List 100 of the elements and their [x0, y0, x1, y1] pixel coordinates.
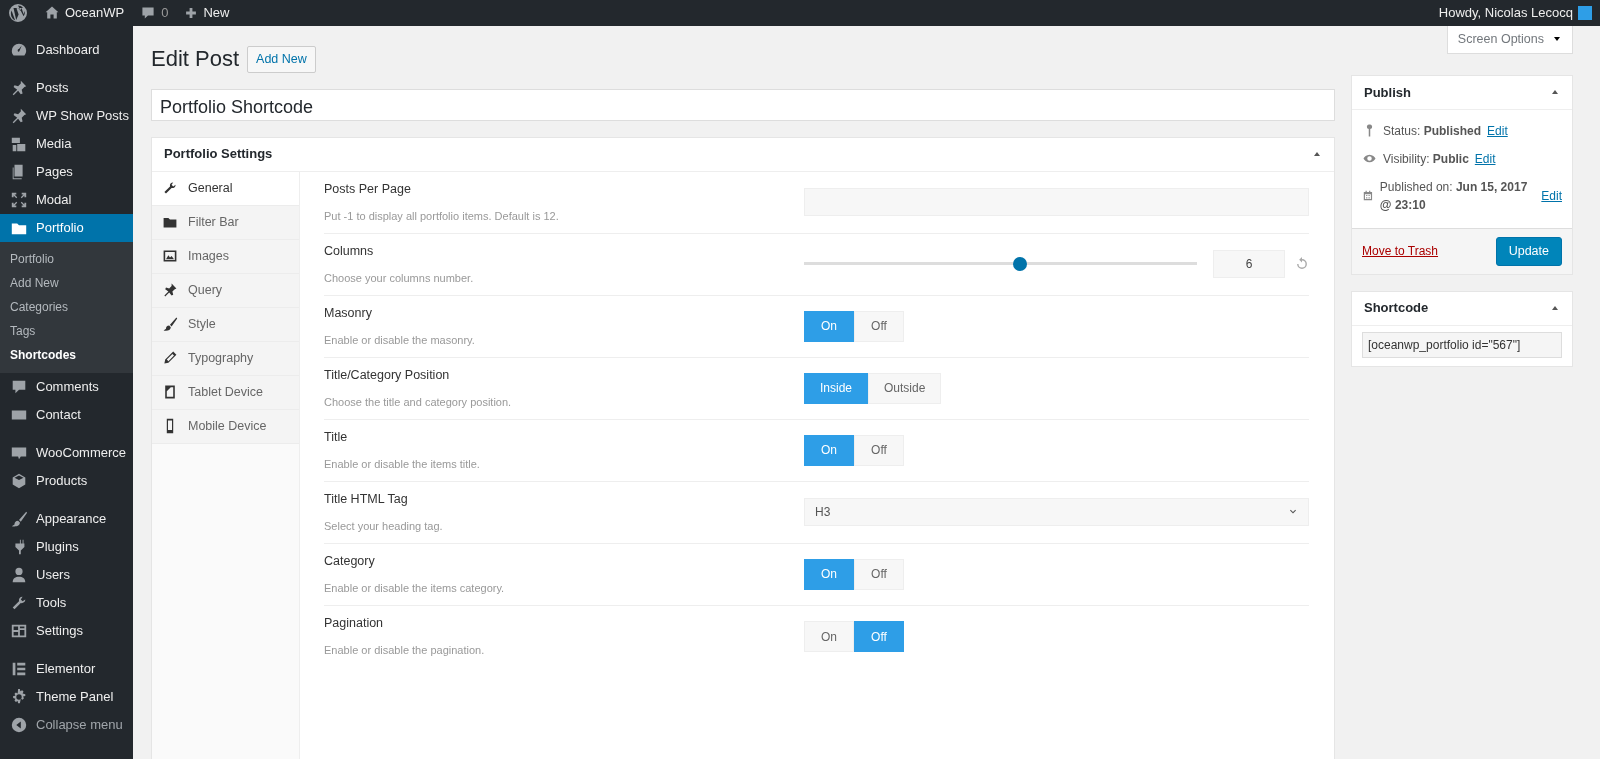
sidebar-item[interactable]: Plugins [0, 533, 133, 561]
comment-icon [10, 378, 28, 396]
sidebar-item[interactable]: Appearance [0, 505, 133, 533]
publish-info: Visibility: Public [1383, 150, 1469, 168]
settings-tab[interactable]: General [152, 171, 299, 206]
slider-thumb[interactable] [1013, 257, 1028, 271]
panel-title: Shortcode [1364, 299, 1429, 318]
submenu-item[interactable]: Categories [0, 295, 133, 319]
box-icon [10, 472, 28, 490]
sidebar-item[interactable]: WP Show Posts [0, 102, 133, 130]
sidebar-item[interactable]: Portfolio [0, 214, 133, 242]
setting-label: Posts Per Page [324, 180, 412, 198]
plus-icon [184, 6, 199, 20]
submenu-item[interactable]: Shortcodes [0, 343, 133, 367]
submenu-item[interactable]: Tags [0, 319, 133, 343]
pencil-icon [162, 350, 178, 366]
person-icon [10, 566, 28, 584]
gear-icon [10, 688, 28, 706]
reset-icon [1295, 257, 1309, 271]
settings-tab[interactable]: Filter Bar [152, 205, 299, 240]
settings-tab[interactable]: Typography [152, 341, 299, 376]
toggle-option[interactable]: Off [854, 434, 904, 466]
toggle-option[interactable]: On [804, 621, 854, 652]
setting-description: Enable or disable the items category. [324, 580, 506, 596]
setting-description: Choose your columns number. [324, 270, 475, 286]
sidebar-item[interactable]: Collapse menu [0, 711, 133, 739]
settings-tab[interactable]: Mobile Device [152, 409, 299, 444]
greeting-link[interactable]: Howdy, Nicolas Lecocq [1438, 3, 1573, 23]
settings-tab[interactable]: Tablet Device [152, 375, 299, 410]
sliders-icon [10, 622, 28, 640]
setting-description: Enable or disable the masonry. [324, 332, 476, 348]
publish-info: Status: Published [1383, 122, 1482, 140]
setting-description: Enable or disable the items title. [324, 456, 481, 472]
edit-link[interactable]: Edit [1487, 121, 1508, 140]
comment-icon [140, 5, 157, 21]
image-icon [162, 248, 178, 264]
setting-label: Title [324, 428, 349, 446]
pin-icon [162, 282, 178, 298]
brush-icon [10, 510, 28, 528]
setting-label: Title HTML Tag [324, 490, 409, 508]
brush-icon [162, 316, 178, 332]
new-link[interactable]: New [203, 3, 230, 23]
setting-description: Select your heading tag. [324, 518, 444, 534]
setting-label: Masonry [324, 304, 373, 322]
pin-icon [10, 79, 28, 97]
wrench-icon [10, 594, 28, 612]
setting-description: Choose the title and category position. [324, 394, 513, 410]
site-name-link[interactable]: OceanWP [65, 3, 125, 23]
arrows-icon [10, 191, 28, 209]
setting-description: Enable or disable the pagination. [324, 643, 486, 659]
sidebar-item[interactable]: Theme Panel [0, 683, 133, 711]
trash-link[interactable]: Move to Trash [1362, 242, 1439, 261]
sidebar-item[interactable]: Users [0, 561, 133, 589]
tablet-icon [162, 384, 178, 400]
toggle-option[interactable]: Off [854, 310, 904, 342]
settings-tab[interactable]: Style [152, 307, 299, 342]
wordpress-logo-icon [8, 3, 28, 23]
sidebar-item[interactable]: WooCommerce [0, 439, 133, 467]
publish-info: Published on: Jun 15, 2017 @ 23:10 [1379, 178, 1529, 214]
setting-label: Category [324, 552, 376, 570]
add-new-button[interactable]: Add New [247, 45, 316, 73]
comment-count[interactable]: 0 [161, 3, 169, 23]
sidebar-item[interactable]: Tools [0, 589, 133, 617]
shortcode-field[interactable]: [oceanwp_portfolio id="567"] [1362, 331, 1562, 358]
media-icon [10, 135, 28, 153]
edit-link[interactable]: Edit [1541, 186, 1562, 205]
update-button[interactable]: Update [1495, 236, 1562, 266]
wrench-icon [162, 180, 178, 196]
edit-link[interactable]: Edit [1474, 149, 1496, 168]
setting-label: Title/Category Position [324, 366, 451, 384]
title-field[interactable]: Portfolio Shortcode [151, 88, 1335, 121]
settings-tab[interactable]: Query [152, 273, 299, 308]
sidebar-item[interactable]: Products [0, 467, 133, 495]
setting-description: Put -1 to display all portfolio items. Default is 12. [324, 208, 560, 224]
toggle-option[interactable]: Outside [868, 372, 942, 404]
sidebar-item[interactable]: Modal [0, 186, 133, 214]
sidebar-item[interactable]: Pages [0, 158, 133, 186]
submenu-item[interactable]: Portfolio [0, 247, 133, 271]
settings-tab[interactable]: Images [152, 239, 299, 274]
number-field[interactable]: 6 [1213, 250, 1285, 278]
sidebar-item[interactable]: Posts [0, 74, 133, 102]
page-title: Edit Post [151, 45, 240, 73]
submenu-item[interactable]: Add New [0, 271, 133, 295]
select-field[interactable]: H3 [804, 498, 1309, 526]
sidebar-item[interactable]: Media [0, 130, 133, 158]
sidebar-item[interactable]: Contact [0, 401, 133, 429]
home-icon [44, 5, 60, 21]
setting-label: Pagination [324, 615, 385, 633]
bars-icon [10, 660, 28, 678]
screen-options-button[interactable]: Screen Options [1446, 26, 1573, 54]
setting-label: Columns [324, 242, 375, 260]
panel-title: Portfolio Settings [164, 145, 273, 164]
avatar-icon [1578, 6, 1592, 20]
sidebar-item[interactable]: Settings [0, 617, 133, 645]
sidebar-item[interactable]: Comments [0, 373, 133, 401]
panel-title: Publish [1364, 83, 1411, 102]
pin-icon [10, 107, 28, 125]
toggle-option[interactable]: Off [854, 558, 904, 590]
sidebar-item[interactable]: Elementor [0, 655, 133, 683]
sidebar-item[interactable]: Dashboard [0, 36, 133, 64]
